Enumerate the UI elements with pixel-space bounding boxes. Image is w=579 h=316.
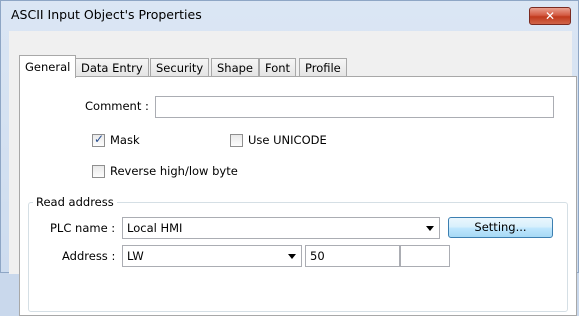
tab-security[interactable]: Security bbox=[150, 58, 210, 77]
title-bar[interactable]: ASCII Input Object's Properties ✕ bbox=[1, 1, 578, 29]
chevron-down-icon bbox=[426, 226, 434, 231]
properties-dialog: ASCII Input Object's Properties ✕ Genera… bbox=[0, 0, 579, 316]
comment-input[interactable] bbox=[155, 96, 554, 118]
use-unicode-label: Use UNICODE bbox=[248, 133, 327, 147]
use-unicode-checkbox[interactable] bbox=[230, 134, 243, 147]
plc-name-select[interactable]: Local HMI bbox=[122, 217, 440, 239]
dialog-client-area: General Data Entry Security Shape Font P… bbox=[9, 31, 577, 316]
address-device-select[interactable]: LW bbox=[122, 245, 302, 267]
address-label: Address : bbox=[62, 249, 116, 263]
comment-label: Comment : bbox=[85, 99, 149, 113]
chevron-down-icon bbox=[288, 254, 296, 259]
tab-shape[interactable]: Shape bbox=[211, 58, 260, 77]
tab-font[interactable]: Font bbox=[259, 58, 297, 77]
close-icon: ✕ bbox=[544, 9, 556, 23]
general-tab-panel: Comment : ✓ Mask Use UNICODE Reverse hig… bbox=[19, 76, 577, 316]
mask-label: Mask bbox=[110, 133, 140, 147]
setting-button[interactable]: Setting... bbox=[448, 217, 553, 238]
tab-general[interactable]: General bbox=[19, 55, 77, 78]
plc-name-value: Local HMI bbox=[127, 221, 183, 235]
tab-data-entry[interactable]: Data Entry bbox=[75, 58, 149, 77]
close-button[interactable]: ✕ bbox=[529, 7, 571, 25]
dialog-title: ASCII Input Object's Properties bbox=[11, 7, 202, 22]
tab-profile[interactable]: Profile bbox=[299, 58, 347, 77]
address-device-value: LW bbox=[127, 249, 144, 263]
reverse-byte-label: Reverse high/low byte bbox=[110, 164, 238, 178]
plc-name-label: PLC name : bbox=[50, 221, 116, 235]
reverse-byte-checkbox[interactable] bbox=[92, 165, 105, 178]
check-icon: ✓ bbox=[94, 132, 105, 146]
mask-checkbox[interactable]: ✓ bbox=[92, 132, 105, 147]
address-extra-input[interactable] bbox=[400, 245, 450, 267]
read-address-title: Read address bbox=[33, 195, 117, 209]
address-number-input[interactable]: 50 bbox=[305, 245, 400, 267]
